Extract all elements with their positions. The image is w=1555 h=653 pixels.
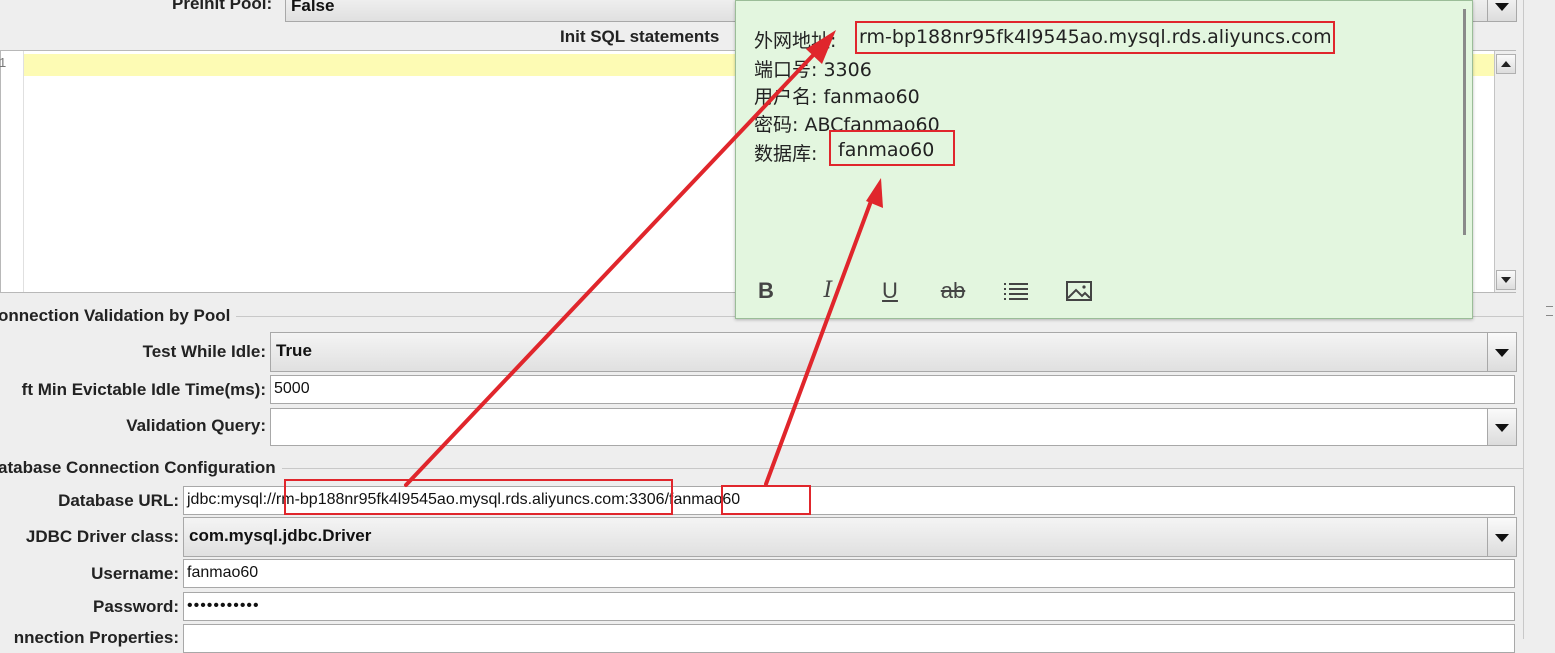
annotation-arrows [404, 30, 883, 487]
arrow-host [404, 48, 820, 487]
arrow-db [764, 191, 876, 486]
